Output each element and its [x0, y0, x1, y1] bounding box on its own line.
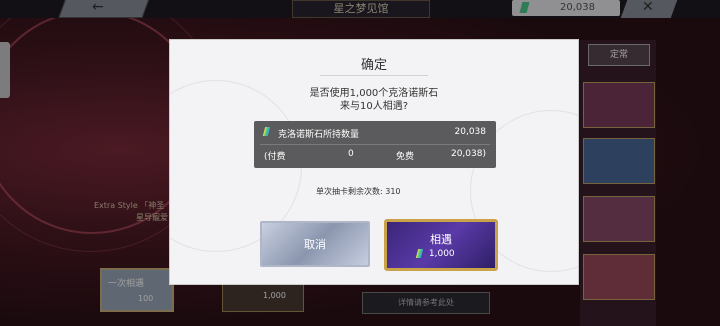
panel-divider — [260, 144, 490, 145]
confirm-question-line2: 来与10人相遇? — [339, 101, 409, 112]
free-label: 免费 — [396, 152, 415, 162]
gem-balance-panel: 克洛诺斯石所持数量 20,038 (付费 0 免费 20,038) — [254, 121, 496, 168]
paid-value: 0 — [348, 149, 354, 159]
dialog-title: 确定 — [360, 58, 387, 73]
cancel-button-label: 取消 — [304, 238, 326, 251]
summon-button-label: 相遇 — [430, 233, 452, 246]
draws-remaining: 单次抽卡剩余次数: 310 — [316, 187, 401, 196]
owned-gems-value: 20,038 — [454, 127, 487, 137]
summon-cost-value: 1,000 — [428, 249, 455, 259]
confirm-dialog: 确定 是否使用1,000个克洛诺斯石 来与10人相遇? 克洛诺斯石所持数量 20… — [170, 40, 578, 284]
summon-button[interactable]: 相遇 1,000 — [384, 219, 498, 271]
gem-icon — [262, 127, 271, 136]
cancel-button[interactable]: 取消 — [260, 221, 370, 267]
gem-icon — [415, 249, 424, 258]
summon-cost: 1,000 — [415, 249, 455, 259]
paid-label: (付费 — [264, 152, 286, 162]
title-divider — [320, 75, 428, 76]
free-value: 20,038) — [450, 149, 486, 159]
paid-free-row: (付费 0 免费 20,038) — [264, 149, 486, 163]
owned-gems-label: 克洛诺斯石所持数量 — [278, 130, 360, 140]
owned-gems-row: 克洛诺斯石所持数量 20,038 — [262, 127, 487, 141]
